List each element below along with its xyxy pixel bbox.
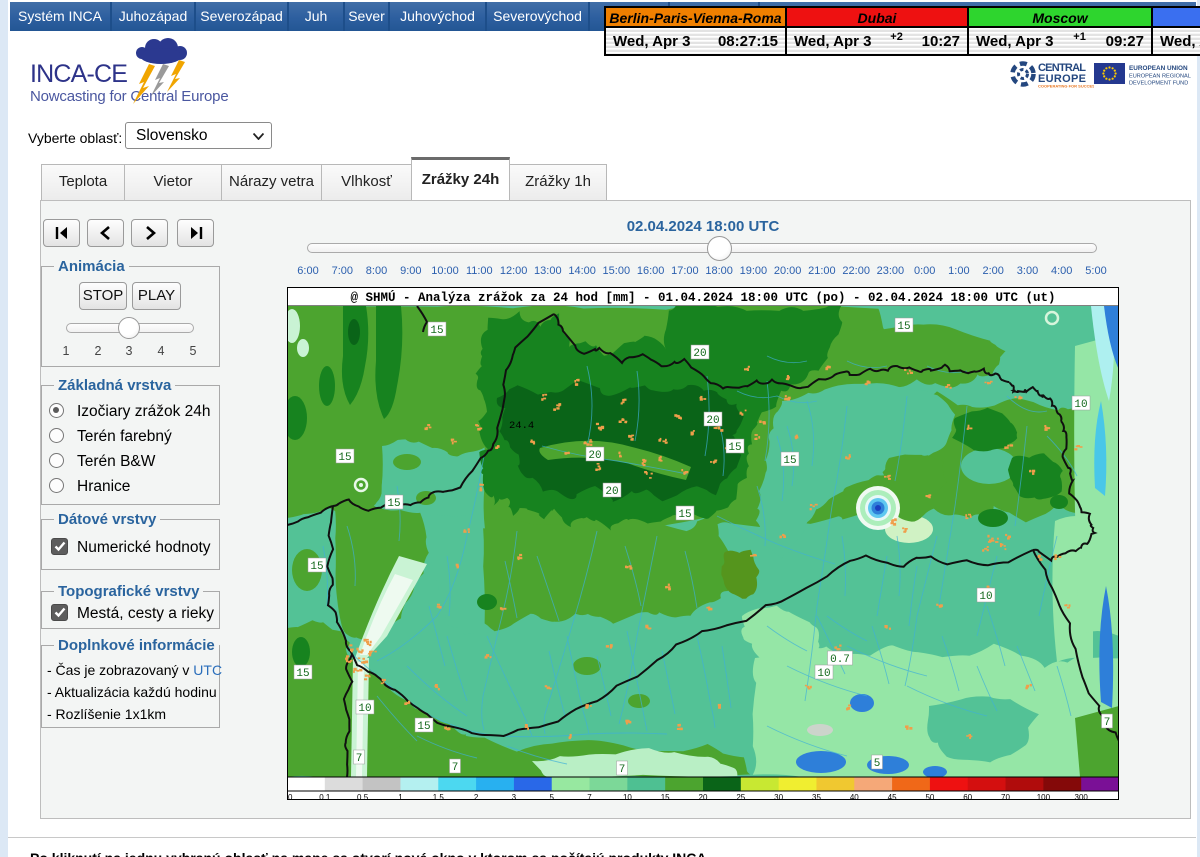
svg-text:7: 7 bbox=[1104, 717, 1111, 729]
svg-text:15: 15 bbox=[310, 561, 323, 573]
svg-text:20: 20 bbox=[605, 486, 618, 498]
svg-text:1: 1 bbox=[398, 793, 403, 800]
svg-text:20: 20 bbox=[706, 415, 719, 427]
svg-text:15: 15 bbox=[338, 452, 351, 464]
svg-text:EUROPEAN UNION: EUROPEAN UNION bbox=[1129, 65, 1188, 72]
svg-text:@ SHMÚ - Analýza zrážok za 24: @ SHMÚ - Analýza zrážok za 24 hod [mm] -… bbox=[350, 290, 1055, 305]
svg-text:DEVELOPMENT FUND: DEVELOPMENT FUND bbox=[1129, 81, 1188, 87]
svg-text:15: 15 bbox=[387, 498, 400, 510]
svg-text:15: 15 bbox=[430, 325, 443, 337]
svg-text:300: 300 bbox=[1075, 793, 1089, 800]
svg-text:15: 15 bbox=[296, 668, 309, 680]
svg-text:0.5: 0.5 bbox=[357, 793, 369, 800]
svg-text:1.5: 1.5 bbox=[433, 793, 445, 800]
svg-text:7: 7 bbox=[356, 753, 363, 765]
svg-text:15: 15 bbox=[678, 509, 691, 521]
svg-text:30: 30 bbox=[774, 793, 783, 800]
svg-text:20: 20 bbox=[699, 793, 708, 800]
svg-text:45: 45 bbox=[888, 793, 897, 800]
svg-text:10: 10 bbox=[623, 793, 632, 800]
svg-text:20: 20 bbox=[693, 348, 706, 360]
svg-text:100: 100 bbox=[1037, 793, 1051, 800]
svg-text:15: 15 bbox=[661, 793, 670, 800]
svg-text:7: 7 bbox=[587, 793, 592, 800]
svg-text:0.1: 0.1 bbox=[319, 793, 331, 800]
svg-text:0.7: 0.7 bbox=[830, 654, 850, 666]
svg-text:10: 10 bbox=[358, 703, 371, 715]
svg-text:25: 25 bbox=[736, 793, 745, 800]
svg-text:20: 20 bbox=[588, 450, 601, 462]
svg-text:15: 15 bbox=[783, 455, 796, 467]
svg-text:0: 0 bbox=[288, 793, 293, 800]
svg-text:15: 15 bbox=[417, 721, 430, 733]
svg-text:2: 2 bbox=[474, 793, 479, 800]
svg-text:5: 5 bbox=[549, 793, 554, 800]
svg-text:24.4: 24.4 bbox=[509, 420, 534, 432]
svg-text:COOPERATING FOR SUCCESS: COOPERATING FOR SUCCESS bbox=[1038, 84, 1094, 89]
svg-text:7: 7 bbox=[619, 764, 626, 776]
svg-text:10: 10 bbox=[979, 591, 992, 603]
svg-text:15: 15 bbox=[897, 321, 910, 333]
svg-text:10: 10 bbox=[1074, 399, 1087, 411]
svg-text:70: 70 bbox=[1001, 793, 1010, 800]
svg-text:35: 35 bbox=[812, 793, 821, 800]
svg-text:60: 60 bbox=[963, 793, 972, 800]
svg-text:15: 15 bbox=[728, 442, 741, 454]
svg-text:10: 10 bbox=[817, 668, 830, 680]
svg-text:50: 50 bbox=[925, 793, 934, 800]
svg-text:3: 3 bbox=[512, 793, 517, 800]
svg-text:EUROPEAN REGIONAL: EUROPEAN REGIONAL bbox=[1129, 74, 1191, 80]
svg-text:5: 5 bbox=[874, 758, 881, 770]
svg-text:7: 7 bbox=[452, 762, 459, 774]
svg-text:40: 40 bbox=[850, 793, 859, 800]
